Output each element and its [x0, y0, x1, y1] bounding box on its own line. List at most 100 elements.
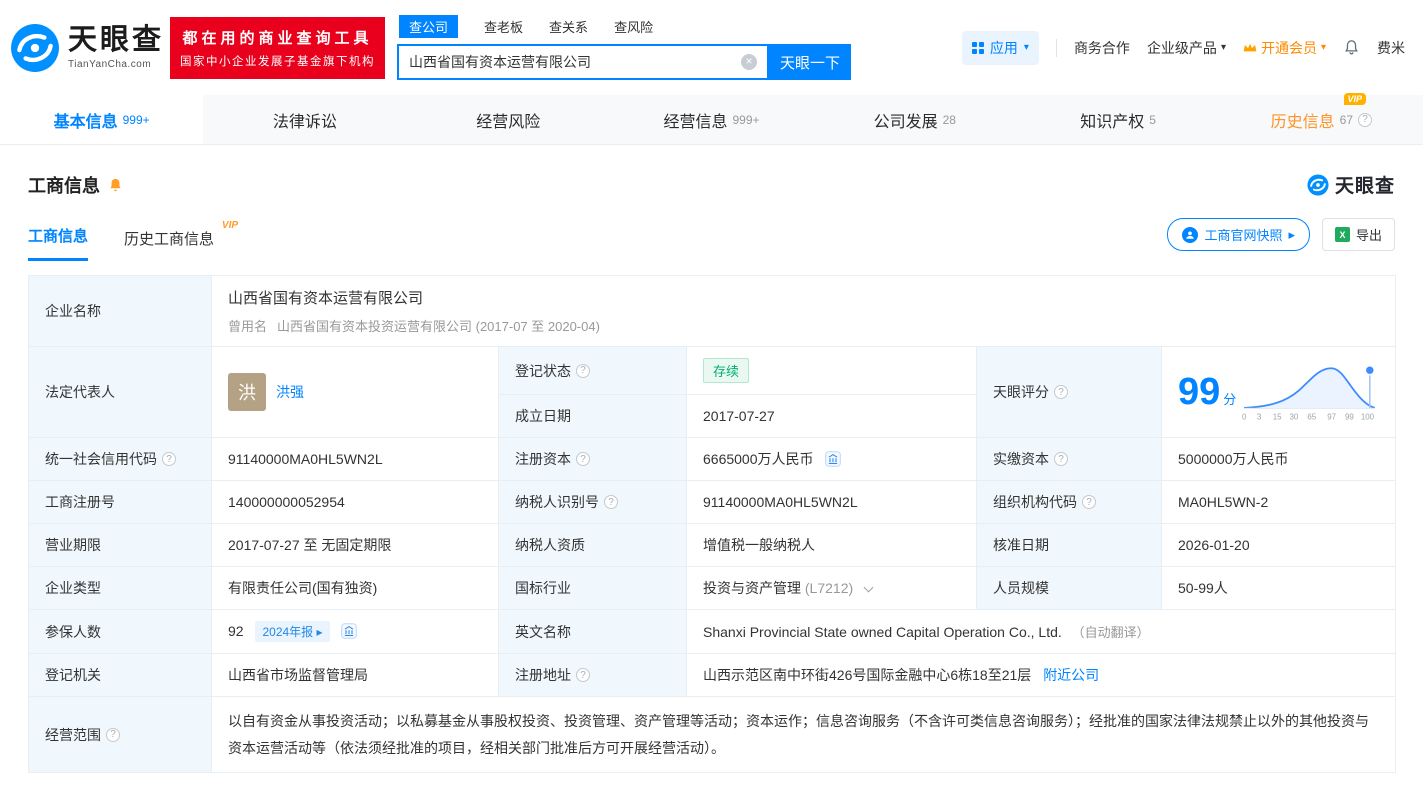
- score-marker-pin: [1364, 364, 1376, 376]
- english-name: Shanxi Provincial State owned Capital Op…: [703, 624, 1062, 640]
- search-tab-boss[interactable]: 查老板: [484, 15, 523, 38]
- clear-search-icon[interactable]: ×: [741, 54, 758, 70]
- subtab-row: 工商信息 历史工商信息 VIP 工商官网快照 ▸ X 导出: [28, 218, 1395, 261]
- company-name: 山西省国有资本运营有限公司: [228, 290, 424, 307]
- vip-badge: VIP: [221, 220, 239, 231]
- reg-capital: 6665000万人民币: [703, 451, 814, 467]
- tab-intellectual-property[interactable]: 知识产权 5: [1016, 95, 1219, 144]
- tianyancha-logo[interactable]: 天眼查 TianYanCha.com: [10, 23, 164, 73]
- logo-text-cn: 天眼查: [68, 23, 165, 56]
- tab-label: 经营风险: [476, 113, 541, 131]
- search-tab-risk[interactable]: 查风险: [614, 15, 653, 38]
- tab-operation-info[interactable]: 经营信息 999+: [610, 95, 813, 144]
- search-button[interactable]: 天眼一下: [769, 44, 852, 80]
- taxpayer-id-label: 纳税人识别号: [515, 494, 599, 510]
- chevron-down-icon[interactable]: [863, 582, 874, 593]
- tab-count: 28: [942, 112, 956, 127]
- subscribe-bell-icon[interactable]: [108, 177, 123, 193]
- credit-code-label-cell: 统一社会信用代码 ?: [28, 437, 212, 481]
- org-code-label-cell: 组织机构代码 ?: [976, 480, 1162, 524]
- notification-bell-icon[interactable]: [1343, 39, 1360, 56]
- insured-bank-icon[interactable]: [341, 623, 358, 639]
- capital-bank-icon[interactable]: [825, 451, 842, 467]
- subtab-business-info[interactable]: 工商信息: [28, 225, 89, 261]
- industry-code: (L7212): [804, 580, 854, 596]
- business-cooperation-link[interactable]: 商务合作: [1074, 38, 1130, 58]
- tab-count: 999+: [122, 112, 150, 127]
- industry-label: 国标行业: [498, 566, 687, 610]
- help-icon[interactable]: ?: [604, 495, 618, 509]
- insured-count: 92: [228, 623, 244, 639]
- svg-text:0: 0: [1242, 413, 1247, 422]
- tab-label: 历史信息: [1270, 113, 1335, 131]
- table-row: 工商注册号 140000000052954 纳税人识别号 ? 91140000M…: [28, 480, 1397, 524]
- open-vip-label: 开通会员: [1260, 39, 1317, 56]
- company-name-label: 企业名称: [28, 275, 212, 347]
- search-tab-company[interactable]: 查公司: [399, 15, 459, 38]
- reg-authority: 山西省市场监督管理局: [211, 653, 499, 697]
- help-icon[interactable]: ?: [1358, 112, 1373, 127]
- tab-count: 999+: [732, 112, 760, 127]
- company-type-label: 企业类型: [28, 566, 212, 610]
- table-row: 法定代表人 洪 洪强 登记状态 ? 存续 天眼评分 ? 99 分 0 3 15 …: [28, 346, 1397, 438]
- help-icon[interactable]: ?: [1082, 495, 1096, 509]
- reg-status-label: 登记状态: [515, 362, 571, 379]
- insured-cell: 92 2024年报 ▸: [211, 609, 499, 654]
- crown-icon: [1243, 43, 1257, 52]
- search-tab-relation[interactable]: 查关系: [549, 15, 588, 38]
- tab-label: 基本信息: [53, 113, 118, 131]
- open-vip-link[interactable]: 开通会员 ▾: [1243, 38, 1326, 58]
- tab-operation-risk[interactable]: 经营风险: [407, 95, 610, 144]
- apps-label: 应用: [989, 39, 1018, 56]
- slogan-line2: 国家中小企业发展子基金旗下机构: [180, 55, 376, 68]
- section-header: 工商信息 天眼查: [28, 171, 1395, 198]
- svg-text:65: 65: [1308, 413, 1317, 422]
- brand-slogan: 都在用的商业查询工具 国家中小企业发展子基金旗下机构: [170, 16, 386, 79]
- legal-rep-link[interactable]: 洪强: [276, 382, 304, 402]
- help-icon[interactable]: ?: [576, 363, 590, 378]
- export-button[interactable]: X 导出: [1321, 218, 1395, 251]
- chevron-down-icon: ▾: [1220, 42, 1226, 53]
- legal-rep-avatar[interactable]: 洪: [228, 373, 266, 411]
- status-badge: 存续: [703, 358, 750, 383]
- help-icon[interactable]: ?: [162, 452, 176, 466]
- tab-legal-litigation[interactable]: 法律诉讼: [203, 95, 406, 144]
- annual-report-badge[interactable]: 2024年报 ▸: [255, 621, 330, 642]
- nearby-companies-link[interactable]: 附近公司: [1043, 667, 1099, 683]
- user-menu[interactable]: 费米: [1377, 38, 1405, 58]
- help-icon[interactable]: ?: [106, 727, 120, 742]
- paid-capital-label: 实缴资本: [993, 451, 1049, 467]
- table-row: 营业期限 2017-07-27 至 无固定期限 纳税人资质 增值税一般纳税人 核…: [28, 523, 1397, 567]
- tab-company-development[interactable]: 公司发展 28: [813, 95, 1016, 144]
- tab-basic-info[interactable]: 基本信息 999+: [0, 95, 204, 144]
- help-icon[interactable]: ?: [576, 452, 590, 466]
- reg-status-cell: 存续: [686, 346, 977, 395]
- business-info-table: 企业名称 山西省国有资本运营有限公司 曾用名 山西省国有资本投资运营有限公司 (…: [28, 275, 1397, 774]
- tab-label: 知识产权: [1080, 113, 1145, 131]
- reg-number: 140000000052954: [211, 480, 499, 524]
- svg-text:99: 99: [1345, 413, 1354, 422]
- business-scope-label: 经营范围: [45, 726, 101, 743]
- official-snapshot-button[interactable]: 工商官网快照 ▸: [1167, 218, 1310, 251]
- search-tabs: 查公司 查老板 查关系 查风险: [397, 15, 851, 38]
- enterprise-product-link[interactable]: 企业级产品 ▾: [1147, 38, 1226, 58]
- help-icon[interactable]: ?: [1054, 452, 1068, 466]
- table-row: 登记机关 山西省市场监督管理局 注册地址 ? 山西示范区南中环街426号国际金融…: [28, 653, 1397, 697]
- subtab-history-business-info[interactable]: 历史工商信息 VIP: [124, 220, 238, 261]
- business-scope-label-cell: 经营范围 ?: [28, 695, 212, 774]
- help-icon[interactable]: ?: [1054, 385, 1068, 399]
- former-name-label: 曾用名: [228, 319, 268, 334]
- company-name-cell: 山西省国有资本运营有限公司 曾用名 山西省国有资本投资运营有限公司 (2017-…: [210, 275, 1397, 347]
- search-input[interactable]: [409, 54, 742, 70]
- score-unit: 分: [1223, 392, 1237, 407]
- english-name-label: 英文名称: [498, 609, 687, 654]
- apps-menu-button[interactable]: 应用 ▾: [961, 30, 1039, 65]
- help-icon[interactable]: ?: [576, 668, 590, 682]
- table-row: 企业名称 山西省国有资本运营有限公司 曾用名 山西省国有资本投资运营有限公司 (…: [28, 275, 1397, 347]
- chevron-down-icon: ▾: [1320, 42, 1326, 53]
- score-label-cell: 天眼评分 ?: [976, 346, 1162, 438]
- tab-history-info[interactable]: VIP 历史信息 67 ?: [1220, 92, 1423, 144]
- company-type: 有限责任公司(国有独资): [211, 566, 499, 610]
- establish-date-label: 成立日期: [498, 394, 687, 438]
- tab-count: 67: [1339, 112, 1354, 127]
